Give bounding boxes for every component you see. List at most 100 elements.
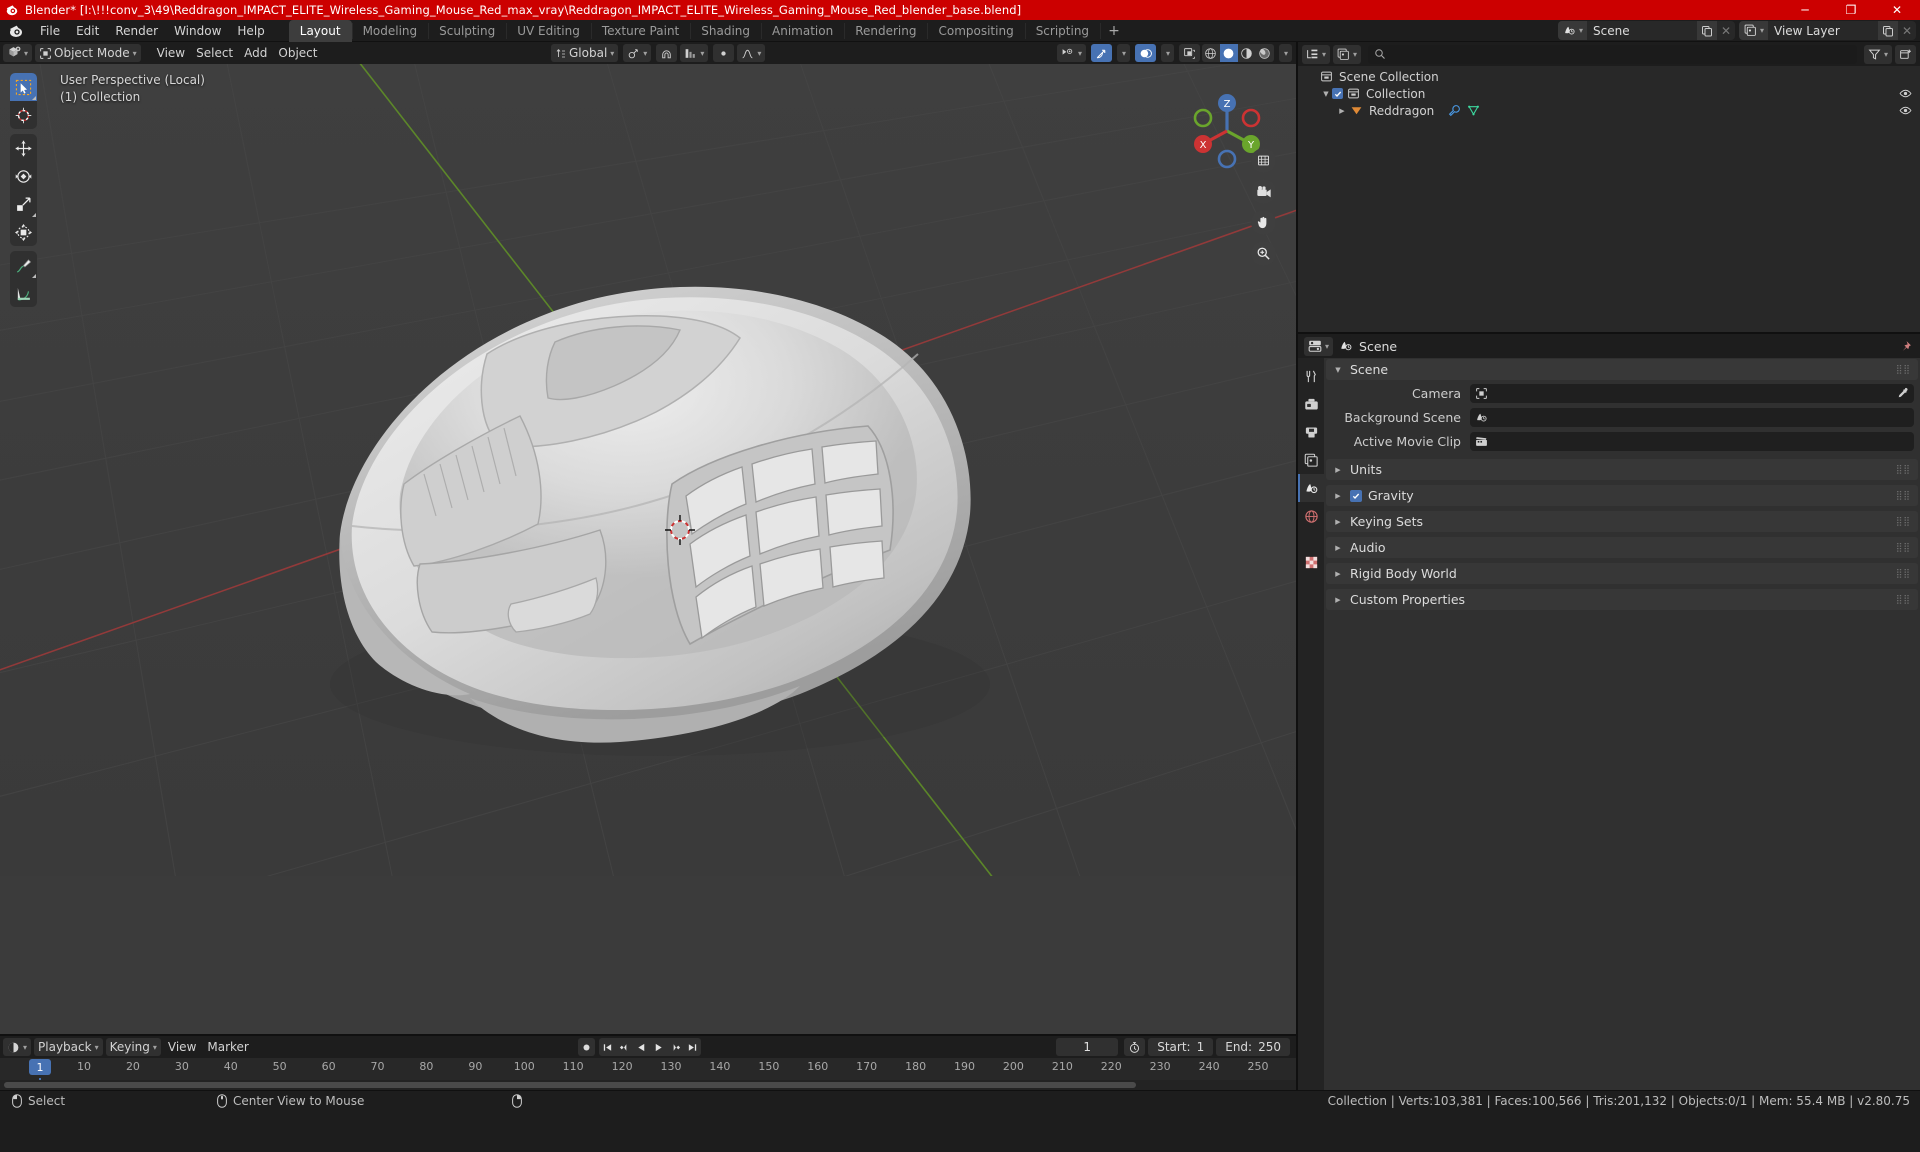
properties-tab-output[interactable] xyxy=(1298,418,1324,446)
panel-header-units[interactable]: ▶ Units ⣿⣿ xyxy=(1326,459,1918,480)
panel-header-custom-properties[interactable]: ▶ Custom Properties ⣿⣿ xyxy=(1326,589,1918,610)
outliner-display-mode-button[interactable]: ▾ xyxy=(1333,45,1361,64)
add-workspace-button[interactable]: + xyxy=(1100,20,1128,42)
property-field-background-scene[interactable] xyxy=(1470,408,1914,427)
properties-tab-tool[interactable] xyxy=(1298,362,1324,390)
tool-transform[interactable] xyxy=(10,218,37,246)
properties-editor-type-button[interactable]: ▾ xyxy=(1304,337,1333,356)
property-field-active-movie-clip[interactable] xyxy=(1470,432,1914,451)
tab-sculpting[interactable]: Sculpting xyxy=(428,20,506,42)
viewport-menu-add[interactable]: Add xyxy=(240,44,271,62)
panel-header-keying-sets[interactable]: ▶ Keying Sets ⣿⣿ xyxy=(1326,511,1918,532)
overlays-toggle-button[interactable] xyxy=(1135,44,1156,62)
properties-tab-texture[interactable] xyxy=(1298,548,1324,576)
toggle-camera-ortho-button[interactable] xyxy=(1251,148,1276,173)
tool-measure[interactable] xyxy=(10,279,37,307)
viewport-menu-view[interactable]: View xyxy=(153,44,189,62)
property-field-camera[interactable] xyxy=(1470,384,1914,403)
timeline-ruler[interactable]: 1020304050607080901001101201301401501601… xyxy=(0,1058,1296,1078)
tool-annotate[interactable] xyxy=(10,251,37,279)
outliner-row-reddragon[interactable]: ▶ Reddragon xyxy=(1298,102,1920,119)
tab-uv-editing[interactable]: UV Editing xyxy=(506,20,591,42)
properties-tab-world[interactable] xyxy=(1298,502,1324,530)
scene-unlink-button[interactable]: ✕ xyxy=(1717,21,1735,40)
tool-scale[interactable] xyxy=(10,190,37,218)
menu-help[interactable]: Help xyxy=(229,21,272,41)
view-layer-duplicate-button[interactable] xyxy=(1878,21,1898,40)
panel-header-scene[interactable]: ▼ Scene ⣿⣿ xyxy=(1326,359,1918,380)
modifier-wrench-icon[interactable] xyxy=(1448,104,1461,117)
gizmo-toggle-button[interactable] xyxy=(1091,44,1112,62)
tab-modeling[interactable]: Modeling xyxy=(352,20,429,42)
timeline-menu-playback[interactable]: Playback ▾ xyxy=(34,1038,103,1056)
frame-end-field[interactable]: End: 250 xyxy=(1216,1038,1290,1056)
scene-browse-button[interactable]: ▾ xyxy=(1558,21,1587,40)
timeline-editor-type-button[interactable]: ▾ xyxy=(3,1038,31,1056)
menu-render[interactable]: Render xyxy=(107,21,166,41)
timeline-scrollbar-thumb[interactable] xyxy=(4,1082,1136,1088)
timeline-menu-keying[interactable]: Keying ▾ xyxy=(106,1038,161,1056)
close-button[interactable]: ✕ xyxy=(1874,0,1920,20)
properties-tab-view-layer[interactable] xyxy=(1298,446,1324,474)
viewport-menu-object[interactable]: Object xyxy=(274,44,321,62)
shading-options-button[interactable]: ▾ xyxy=(1279,44,1292,62)
previous-keyframe-button[interactable] xyxy=(616,1038,633,1056)
panel-header-gravity[interactable]: ▶ Gravity ⣿⣿ xyxy=(1326,485,1918,506)
proportional-falloff-selector[interactable]: ▾ xyxy=(737,44,765,62)
disclosure-triangle-right-icon[interactable]: ▶ xyxy=(1336,107,1348,115)
menu-edit[interactable]: Edit xyxy=(68,21,107,41)
outliner-row-scene-collection[interactable]: Scene Collection xyxy=(1298,68,1920,85)
eye-icon[interactable] xyxy=(1899,87,1912,100)
timeline-menu-marker[interactable]: Marker xyxy=(203,1038,252,1056)
auto-keying-button[interactable] xyxy=(578,1038,595,1056)
maximize-button[interactable]: ❐ xyxy=(1828,0,1874,20)
play-button[interactable] xyxy=(650,1038,667,1056)
tab-shading[interactable]: Shading xyxy=(690,20,761,42)
jump-to-end-button[interactable] xyxy=(684,1038,701,1056)
eye-icon[interactable] xyxy=(1899,104,1912,117)
view-layer-name-field[interactable]: View Layer xyxy=(1768,21,1878,40)
snap-target-selector[interactable]: ▾ xyxy=(680,44,708,62)
snap-pivot-button[interactable]: ▾ xyxy=(623,44,651,62)
transform-orientation-selector[interactable]: Global ▾ xyxy=(551,44,618,62)
minimize-button[interactable]: ─ xyxy=(1782,0,1828,20)
xray-toggle-button[interactable] xyxy=(1179,44,1200,62)
tab-rendering[interactable]: Rendering xyxy=(844,20,927,42)
visibility-selector[interactable]: ▾ xyxy=(1057,44,1086,62)
properties-tab-render[interactable] xyxy=(1298,390,1324,418)
outliner-new-collection-button[interactable] xyxy=(1895,45,1916,64)
pan-view-button[interactable] xyxy=(1251,210,1276,235)
tool-tweak-select-box[interactable] xyxy=(10,73,37,101)
outliner-editor-type-button[interactable]: ▾ xyxy=(1302,45,1330,64)
camera-view-button[interactable] xyxy=(1251,179,1276,204)
disclosure-triangle-down-icon[interactable]: ▼ xyxy=(1320,90,1332,98)
play-reverse-button[interactable] xyxy=(633,1038,650,1056)
proportional-edit-button[interactable] xyxy=(713,44,734,62)
tool-rotate[interactable] xyxy=(10,162,37,190)
blender-menu-logo-icon[interactable] xyxy=(8,23,24,39)
timeline-scrollbar-track[interactable] xyxy=(0,1080,1296,1090)
outliner-search-input[interactable] xyxy=(1391,47,1851,61)
scene-name-field[interactable]: Scene xyxy=(1587,21,1697,40)
outliner-row-collection[interactable]: ▼ Collection xyxy=(1298,85,1920,102)
viewport-menu-select[interactable]: Select xyxy=(192,44,237,62)
pin-icon[interactable] xyxy=(1899,340,1912,353)
shading-solid-button[interactable] xyxy=(1220,44,1238,62)
next-keyframe-button[interactable] xyxy=(667,1038,684,1056)
tab-layout[interactable]: Layout xyxy=(289,20,352,42)
tab-scripting[interactable]: Scripting xyxy=(1025,20,1100,42)
tab-texture-paint[interactable]: Texture Paint xyxy=(591,20,690,42)
overlays-options-button[interactable]: ▾ xyxy=(1161,44,1174,62)
snap-toggle-button[interactable] xyxy=(656,44,677,62)
panel-header-rigid-body-world[interactable]: ▶ Rigid Body World ⣿⣿ xyxy=(1326,563,1918,584)
zoom-view-button[interactable] xyxy=(1251,241,1276,266)
tab-compositing[interactable]: Compositing xyxy=(927,20,1024,42)
frame-start-field[interactable]: Start: 1 xyxy=(1148,1038,1213,1056)
current-frame-field[interactable]: 1 xyxy=(1056,1038,1118,1056)
shading-material-button[interactable] xyxy=(1238,44,1256,62)
panel-header-audio[interactable]: ▶ Audio ⣿⣿ xyxy=(1326,537,1918,558)
tool-cursor[interactable] xyxy=(10,101,37,129)
tab-animation[interactable]: Animation xyxy=(761,20,844,42)
object-mode-selector[interactable]: Object Mode ▾ xyxy=(35,44,141,62)
mesh-data-icon[interactable] xyxy=(1467,104,1480,117)
